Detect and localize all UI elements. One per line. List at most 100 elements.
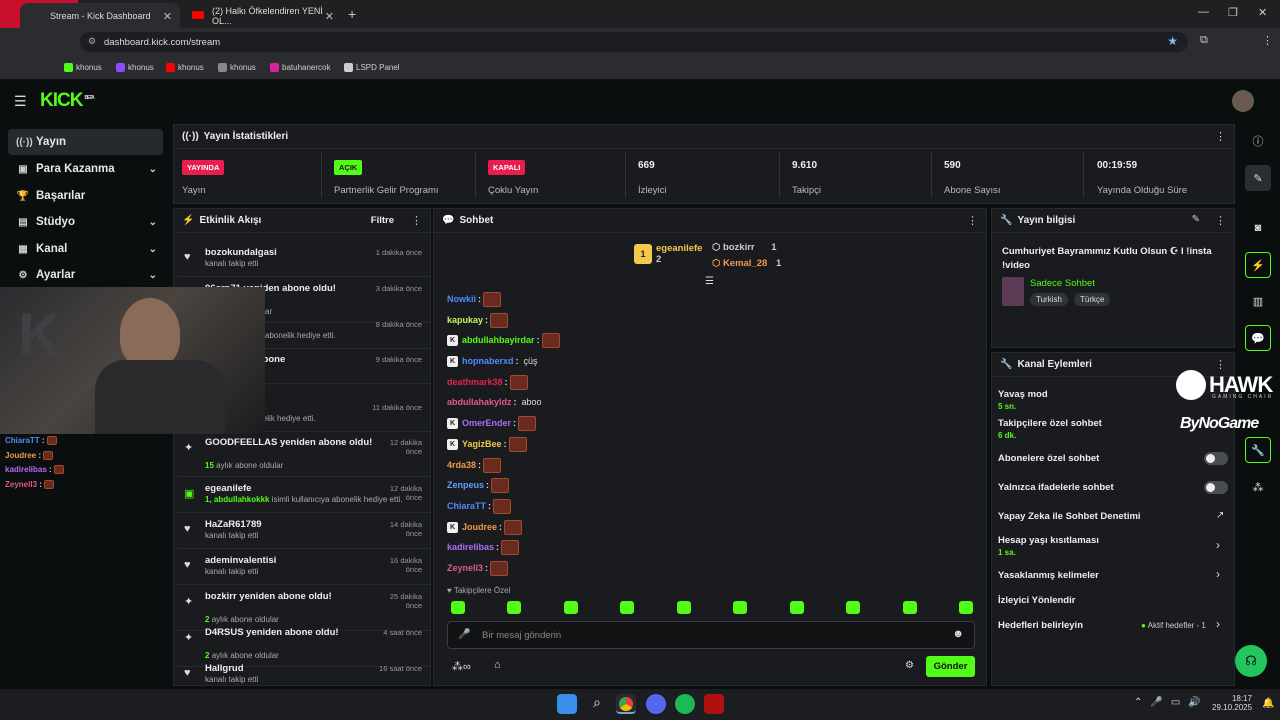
new-tab-button[interactable]: +	[348, 6, 356, 22]
chat-message[interactable]: 4rda38:	[447, 457, 502, 473]
camera-icon[interactable]: ◙	[1245, 215, 1271, 241]
emote-only-toggle[interactable]	[1204, 481, 1228, 494]
sidebar-item-studyo[interactable]: ▤ Stüdyo ⌄	[8, 209, 163, 235]
store-icon[interactable]: ⌂	[494, 659, 501, 671]
emote-icon[interactable]	[790, 601, 804, 614]
chat-username[interactable]: ChiaraTT	[447, 501, 486, 511]
raid-item[interactable]: İzleyici Yönlendir	[998, 595, 1075, 606]
activity-item[interactable]: ✦ GOODFEELLAS yeniden abone oldu! 15 ayl…	[178, 433, 430, 477]
emote-icon[interactable]	[903, 601, 917, 614]
activity-item[interactable]: ▣ egeanilefe 1, abdullahkokkk isimli kul…	[178, 479, 430, 513]
chevron-right-icon[interactable]: ›	[1216, 567, 1220, 581]
chat-username[interactable]: kapukay	[447, 315, 483, 325]
chat-username[interactable]: Zenpeus	[447, 480, 484, 490]
chat-username[interactable]: abdullahakyldz	[447, 397, 512, 407]
activity-item[interactable]: ♥ Hallgrud kanalı takip etti 16 saat önc…	[178, 659, 430, 693]
collapse-icon[interactable]: ☰	[705, 276, 714, 287]
chat-settings-icon[interactable]: ⚙	[905, 660, 914, 671]
sidebar-item-yayin[interactable]: ((·)) Yayın	[8, 129, 163, 155]
search-icon[interactable]: ⌕	[587, 694, 607, 714]
chat-rail-icon[interactable]: 💬	[1245, 325, 1271, 351]
emote-icon[interactable]	[507, 601, 521, 614]
chat-message[interactable]: Zeynell3:	[447, 560, 509, 576]
activity-item[interactable]: ♥ ademinvalentisi kanalı takip etti 16 d…	[178, 551, 430, 585]
wrench-rail-icon[interactable]: 🔧	[1245, 437, 1271, 463]
edit-icon[interactable]: ✎	[1192, 214, 1200, 225]
chat-username[interactable]: abdullahbayirdar	[462, 335, 535, 345]
emote-icon[interactable]	[451, 601, 465, 614]
more-icon[interactable]: ⋮	[1215, 214, 1226, 227]
chat-message[interactable]: abdullahakyldz: aboo	[447, 394, 542, 410]
send-button[interactable]: Gönder	[926, 656, 975, 677]
bolt-rail-icon[interactable]: ⚡	[1245, 252, 1271, 278]
support-button[interactable]: ☊	[1235, 645, 1267, 677]
sidebar-item-ayarlar[interactable]: ⚙ Ayarlar ⌄	[8, 262, 163, 288]
info-icon[interactable]: ⓘ	[1245, 128, 1271, 154]
tray-icons[interactable]: ⌃🎤▭🔊	[1134, 697, 1209, 708]
emote-icon[interactable]	[620, 601, 634, 614]
chat-input[interactable]: 🎤 Bir mesaj gönderin ☻	[447, 621, 975, 649]
avatar[interactable]	[1232, 90, 1254, 112]
bookmark-star-icon[interactable]: ★	[1167, 34, 1178, 48]
emote-icon[interactable]	[677, 601, 691, 614]
activity-item[interactable]: ♥ HaZaR61789 kanalı takip etti 14 dakika…	[178, 515, 430, 549]
chat-username[interactable]: Zeynell3	[447, 563, 483, 573]
chevron-right-icon[interactable]: ›	[1216, 538, 1220, 552]
app-icon[interactable]	[704, 694, 724, 714]
tag-chip[interactable]: Turkish	[1030, 293, 1068, 306]
discord-icon[interactable]	[646, 694, 666, 714]
maximize-button[interactable]: ❐	[1228, 6, 1238, 19]
chat-message[interactable]: ChiaraTT:	[447, 498, 512, 514]
url-input[interactable]: ⚙ dashboard.kick.com/stream ★	[80, 32, 1188, 52]
chat-username[interactable]: Joudree	[462, 522, 497, 532]
chat-username[interactable]: YagizBee	[462, 439, 502, 449]
edit-rail-icon[interactable]: ✎	[1245, 165, 1271, 191]
sidebar-item-para-kazanma[interactable]: ▣ Para Kazanma ⌄	[8, 156, 163, 182]
chat-message[interactable]: K Joudree:	[447, 519, 523, 535]
site-info-icon[interactable]: ⚙	[88, 36, 96, 47]
ai-moderation-item[interactable]: Yapay Zeka ile Sohbet Denetimi	[998, 511, 1141, 522]
goals-item[interactable]: Hedefleri belirleyin	[998, 620, 1083, 631]
slow-mode-item[interactable]: Yavaş mod 5 sn.	[998, 389, 1048, 411]
points-icon[interactable]: ⁂∞	[452, 660, 471, 673]
tab-youtube[interactable]: (2) Halkı Öfkelendiren YENİ OL... ✕	[182, 3, 342, 28]
chrome-icon[interactable]	[616, 694, 636, 714]
bookmark-item[interactable]: khonus	[166, 60, 204, 74]
notification-icon[interactable]: 🔔	[1262, 698, 1274, 709]
chat-message[interactable]: kadirelibas:	[447, 539, 520, 555]
chat-username[interactable]: 4rda38	[447, 460, 476, 470]
emoji-icon[interactable]: ☻	[952, 628, 964, 640]
account-age-item[interactable]: Hesap yaşı kısıtlaması 1 sa.	[998, 535, 1099, 557]
chat-message[interactable]: kapukay:	[447, 312, 509, 328]
tag-chip[interactable]: Türkçe	[1074, 293, 1111, 306]
bookmark-item[interactable]: LSPD Panel	[344, 60, 400, 74]
kick-logo[interactable]: KICK BETA	[40, 90, 95, 112]
bookmark-item[interactable]: khonus	[218, 60, 256, 74]
mic-icon[interactable]: 🎤	[458, 629, 470, 640]
chevron-right-icon[interactable]: ›	[1216, 617, 1220, 631]
chat-message[interactable]: Nowkii:	[447, 291, 502, 307]
minimize-button[interactable]: —	[1198, 6, 1209, 18]
start-icon[interactable]	[557, 694, 577, 714]
bookmark-item[interactable]: khonus	[116, 60, 154, 74]
activity-item[interactable]: ♥ bozokundalgasi kanalı takip etti 1 dak…	[178, 243, 430, 277]
chat-username[interactable]: kadirelibas	[447, 542, 494, 552]
emote-icon[interactable]	[564, 601, 578, 614]
bookmark-item[interactable]: khonus	[64, 60, 102, 74]
chat-message[interactable]: K OmerEnder:	[447, 415, 537, 431]
sidebar-item-basarilar[interactable]: 🏆 Başarılar	[8, 183, 163, 209]
chat-message[interactable]: Kabdullahbayirdar:	[447, 332, 560, 348]
emote-icon[interactable]	[846, 601, 860, 614]
spotify-icon[interactable]	[675, 694, 695, 714]
bookmark-item[interactable]: batuhanercok	[270, 60, 330, 74]
filter-button[interactable]: Filtre	[371, 215, 394, 226]
chat-message[interactable]: K YagizBee:	[447, 436, 527, 452]
banned-words-item[interactable]: Yasaklanmış kelimeler	[998, 570, 1099, 581]
external-link-icon[interactable]: ↗	[1216, 510, 1224, 521]
more-icon[interactable]: ⋮	[967, 214, 978, 227]
chat-username[interactable]: deathmark38	[447, 377, 503, 387]
chat-message[interactable]: Khopnaberxd: çüş	[447, 353, 538, 369]
chat-username[interactable]: Nowkii	[447, 294, 476, 304]
chat-username[interactable]: hopnaberxd	[462, 356, 514, 366]
menu-icon[interactable]: ⋮	[1262, 34, 1273, 47]
